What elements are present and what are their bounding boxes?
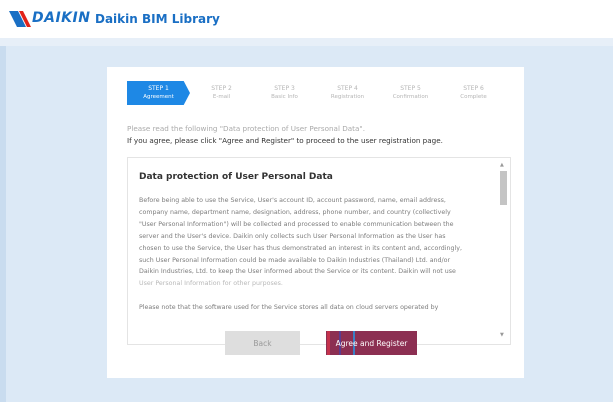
instruction-read: Please read the following "Data protecti…	[127, 124, 365, 133]
terms-paragraph: Before being able to use the Service, Us…	[139, 195, 494, 290]
terms-line: Before being able to use the Service, Us…	[139, 197, 446, 204]
terms-line: "User Personal Information") will be col…	[139, 220, 454, 228]
step-progress: STEP 1 Agreement STEP 2 E-mail STEP 3 Ba…	[127, 81, 509, 105]
terms-line: Daikin Industries, Ltd. to keep the User…	[139, 268, 456, 276]
daikin-logo-icon	[9, 11, 31, 27]
agree-button-label: Agree and Register	[335, 338, 408, 348]
header-band	[0, 38, 613, 46]
step-label: Registration	[330, 94, 365, 100]
step-number: STEP 1	[148, 85, 169, 92]
step-registration: STEP 4 Registration	[316, 81, 379, 105]
left-edge	[0, 46, 6, 402]
step-label: E-mail	[212, 94, 231, 100]
step-label: Basic Info	[271, 94, 298, 100]
terms-line: company name, department name, designati…	[139, 208, 451, 216]
registration-card: STEP 1 Agreement STEP 2 E-mail STEP 3 Ba…	[107, 67, 524, 378]
step-agreement: STEP 1 Agreement	[127, 81, 190, 105]
step-confirmation: STEP 5 Confirmation	[379, 81, 442, 105]
terms-scroll-box[interactable]: Data protection of User Personal Data Be…	[127, 157, 511, 345]
step-label: Complete	[460, 94, 487, 100]
terms-line: Please note that the software used for t…	[139, 304, 439, 311]
terms-line: User Personal Information for other purp…	[139, 280, 283, 288]
step-number: STEP 4	[337, 85, 358, 92]
terms-title: Data protection of User Personal Data	[139, 172, 333, 182]
scrollbar-thumb[interactable]	[500, 171, 507, 205]
terms-scrollbar[interactable]: ▲ ▼	[499, 160, 508, 340]
terms-line: server and the User's device. Daikin onl…	[139, 232, 446, 240]
terms-line: such User Personal Information could be …	[139, 256, 451, 264]
terms-line: chosen to use the Service, the User has …	[139, 244, 463, 252]
instruction-agree: If you agree, please click "Agree and Re…	[127, 136, 443, 145]
app-header: DAIKIN Daikin BIM Library	[0, 0, 613, 38]
step-number: STEP 6	[463, 85, 484, 92]
step-number: STEP 5	[400, 85, 421, 92]
terms-paragraph-2: Please note that the software used for t…	[139, 302, 494, 314]
step-basic-info: STEP 3 Basic Info	[253, 81, 316, 105]
step-label: Agreement	[143, 94, 174, 100]
back-button[interactable]: Back	[225, 331, 300, 355]
step-email: STEP 2 E-mail	[190, 81, 253, 105]
agree-and-register-button[interactable]: Agree and Register	[326, 331, 417, 355]
step-complete: STEP 6 Complete	[442, 81, 505, 105]
app-title[interactable]: Daikin BIM Library	[95, 12, 220, 26]
scroll-up-icon[interactable]: ▲	[500, 162, 504, 168]
button-stripe	[327, 331, 330, 355]
scroll-down-icon[interactable]: ▼	[500, 332, 504, 338]
brand-logo-text[interactable]: DAIKIN	[32, 10, 90, 26]
step-label: Confirmation	[392, 94, 429, 100]
step-number: STEP 2	[211, 85, 232, 92]
step-number: STEP 3	[274, 85, 295, 92]
